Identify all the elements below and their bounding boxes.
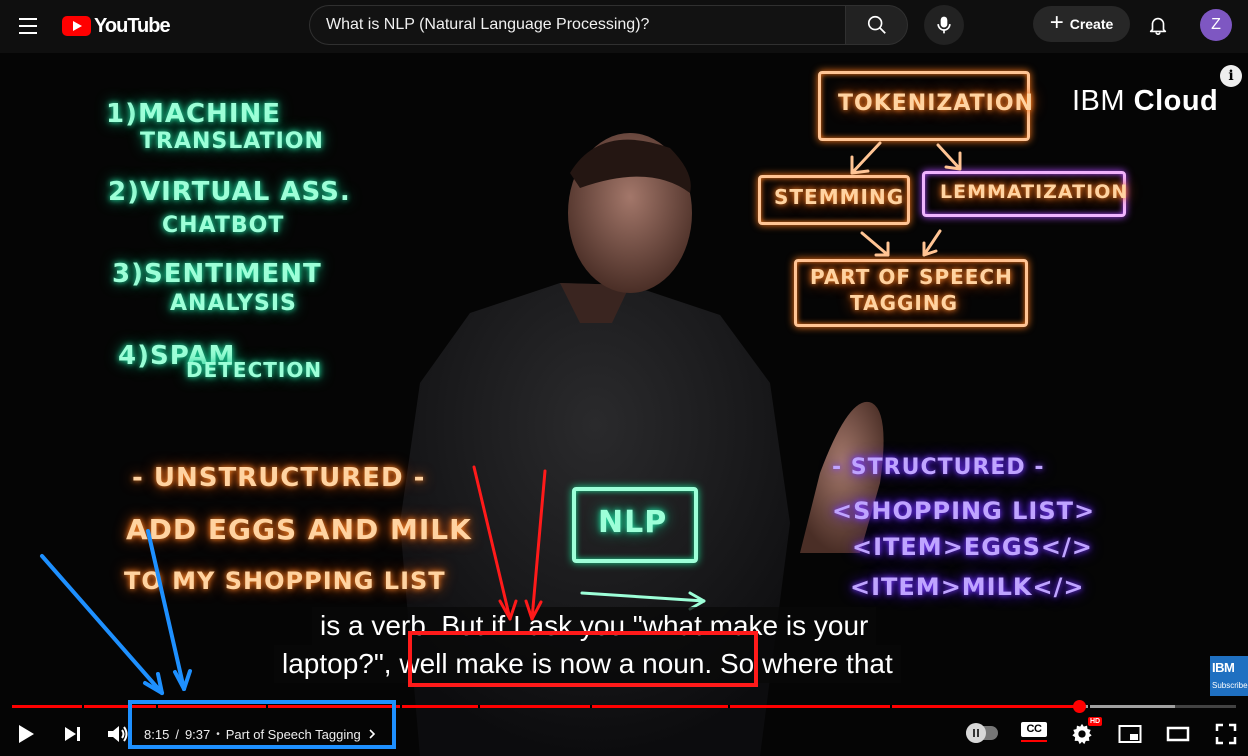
fullscreen-button[interactable] — [1208, 716, 1244, 752]
youtube-logo[interactable]: YouTube — [62, 14, 171, 38]
miniplayer-button[interactable] — [1112, 716, 1148, 752]
play-icon — [19, 725, 34, 743]
cc-icon: CC — [1021, 722, 1047, 737]
chapter-marker — [590, 705, 592, 708]
create-button-label: Create — [1069, 16, 1114, 32]
info-icon[interactable]: i — [1220, 65, 1242, 87]
search-box — [309, 5, 845, 45]
microphone-icon — [937, 16, 951, 34]
chapter-marker — [890, 705, 892, 708]
subtitles-button[interactable]: CC — [1020, 722, 1048, 742]
search-button[interactable] — [845, 5, 908, 45]
avatar[interactable]: Z — [1200, 9, 1232, 41]
chapter-marker — [82, 705, 84, 708]
ibm-cloud-logo: IBM Cloud — [1072, 85, 1219, 117]
cc-active-indicator — [1021, 739, 1047, 742]
guide-menu-icon[interactable] — [8, 6, 48, 46]
board-structured-line3: <ITEM>MILK</> — [850, 573, 1085, 601]
channel-watermark[interactable]: IBM Subscribe — [1210, 656, 1248, 696]
pause-icon — [966, 723, 986, 743]
chapter-marker — [728, 705, 730, 708]
volume-icon — [108, 726, 128, 742]
skip-next-icon — [65, 727, 80, 741]
board-structured-line2: <ITEM>EGGS</> — [852, 533, 1093, 561]
search-input[interactable] — [326, 16, 845, 34]
chapter-marker — [400, 705, 402, 708]
theater-mode-icon — [1166, 726, 1190, 742]
chapter-marker — [478, 705, 480, 708]
youtube-wordmark: YouTube — [94, 14, 171, 37]
fullscreen-icon — [1215, 723, 1237, 745]
search-icon — [867, 15, 886, 34]
plus-icon: + — [1049, 9, 1064, 36]
autoplay-toggle[interactable] — [966, 723, 998, 743]
progress-scrubber[interactable] — [1072, 700, 1086, 713]
miniplayer-icon — [1118, 725, 1142, 743]
board-structured-line1: <SHOPPING LIST> — [832, 497, 1096, 525]
notifications-button[interactable] — [1138, 5, 1178, 45]
chapter-marker — [1088, 705, 1090, 708]
gear-icon — [1072, 723, 1092, 745]
annotation-highlight-caption — [408, 631, 758, 687]
hd-badge: HD — [1088, 717, 1103, 726]
board-structured-title: - STRUCTURED - — [832, 455, 1045, 480]
play-button[interactable] — [8, 716, 44, 752]
video-player[interactable]: 1)MACHINE TRANSLATION 2)VIRTUAL ASS. CHA… — [0, 53, 1248, 756]
next-button[interactable] — [54, 716, 90, 752]
voice-search-button[interactable] — [924, 5, 964, 45]
theater-mode-button[interactable] — [1160, 716, 1196, 752]
annotation-highlight-time — [128, 700, 396, 749]
bell-icon — [1149, 17, 1167, 35]
create-button[interactable]: + Create — [1033, 6, 1130, 42]
youtube-play-logo-icon — [62, 16, 91, 36]
masthead: YouTube + Create Z — [0, 0, 1248, 53]
